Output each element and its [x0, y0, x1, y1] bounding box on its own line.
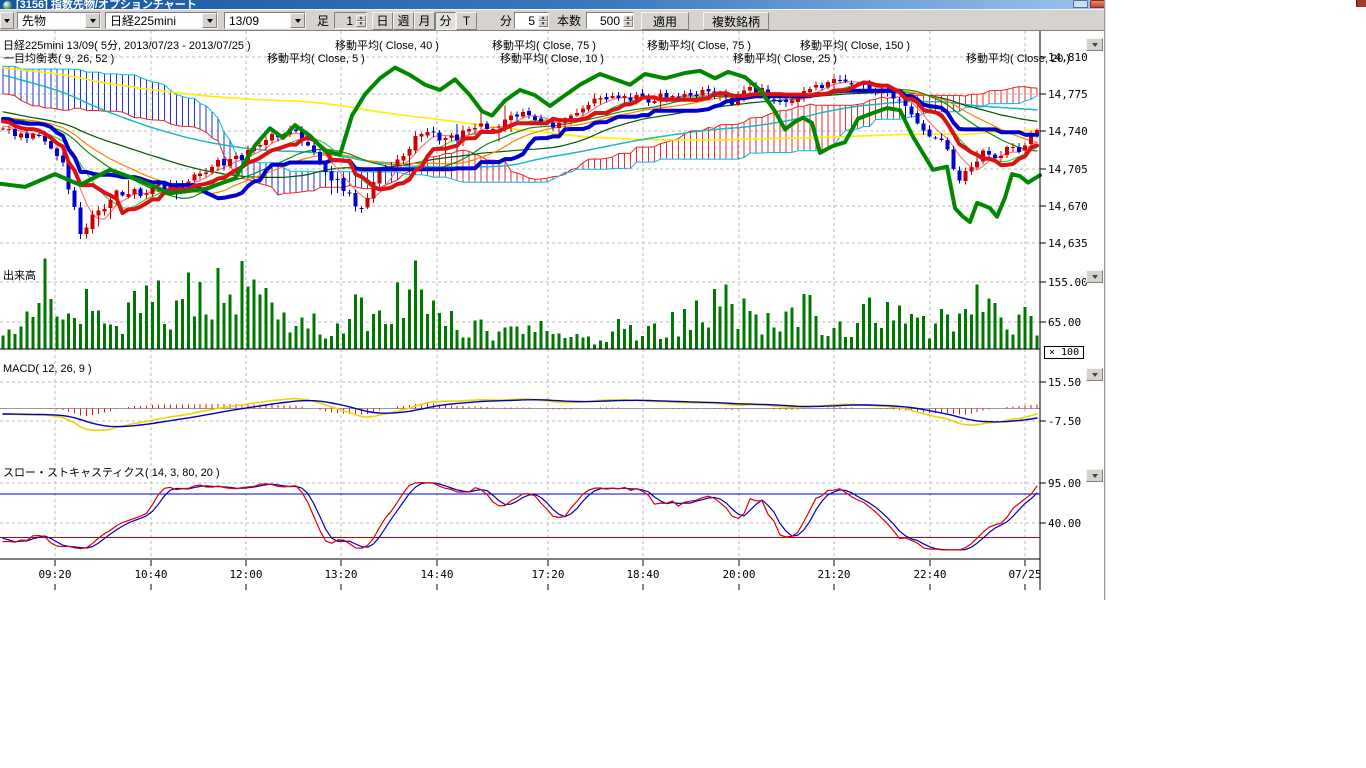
- axis-tick-label: 14,740: [1048, 125, 1104, 138]
- bar-type-label: 足: [317, 12, 329, 29]
- bar-count-label: 本数: [557, 12, 581, 29]
- spin-buttons[interactable]: ▲▼: [538, 15, 548, 27]
- macd-line: [3, 399, 1037, 431]
- macd-panel-dropdown-button[interactable]: [1086, 368, 1103, 381]
- period-button-月[interactable]: 月: [414, 12, 435, 30]
- period-button-T[interactable]: T: [456, 12, 477, 30]
- bar-interval-value: 1: [335, 14, 356, 28]
- axis-tick-label: 14,670: [1048, 200, 1104, 213]
- legend-item: 移動平均( Close, 5 ): [267, 50, 365, 66]
- axis-tick-label: -7.50: [1048, 415, 1104, 428]
- volume-multiplier-badge: × 100: [1044, 346, 1084, 359]
- period-button-週[interactable]: 週: [393, 12, 414, 30]
- axis-tick-label: 14,705: [1048, 163, 1104, 176]
- time-tick-label: 09:20: [31, 568, 79, 581]
- time-tick-label: 10:40: [127, 568, 175, 581]
- bar-count-spinner[interactable]: 500 ▲▼: [586, 12, 634, 29]
- symbol-combobox[interactable]: 日経225mini: [105, 12, 218, 29]
- macd-panel-label: MACD( 12, 26, 9 ): [3, 363, 92, 375]
- minutes-label: 分: [500, 12, 512, 29]
- axis-tick-label: 14,635: [1048, 237, 1104, 250]
- legend-row-2: 一目均衡表( 9, 26, 52 )移動平均( Close, 5 )移動平均( …: [0, 50, 1040, 62]
- volume-panel-label: 出来高: [3, 267, 36, 283]
- price-panel-dropdown-button[interactable]: [1086, 38, 1103, 51]
- period-button-日[interactable]: 日: [372, 12, 393, 30]
- chevron-down-icon: [4, 19, 10, 23]
- macd-signal-line: [3, 400, 1037, 427]
- time-tick-label: 07/25: [1001, 568, 1049, 581]
- axis-tick-label: 14,810: [1048, 51, 1104, 64]
- close-button[interactable]: [1090, 0, 1105, 8]
- time-tick-label: 20:00: [715, 568, 763, 581]
- spin-buttons[interactable]: ▲▼: [356, 15, 366, 27]
- legend-row-1: 日経225mini 13/09( 5分, 2013/07/23 - 2013/0…: [0, 37, 1040, 49]
- time-tick-label: 12:00: [222, 568, 270, 581]
- period-button-group: 日週月分T: [372, 12, 477, 29]
- axis-tick-label: 14,775: [1048, 88, 1104, 101]
- contract-month-value: 13/09: [225, 13, 290, 28]
- chart-canvas[interactable]: [0, 31, 1105, 590]
- time-tick-label: 18:40: [619, 568, 667, 581]
- window-titlebar[interactable]: [3156] 指数先物/オプションチャート: [0, 0, 1105, 9]
- clipped-combobox[interactable]: [0, 12, 14, 29]
- contract-month-combobox[interactable]: 13/09: [224, 12, 306, 29]
- time-tick-label: 22:40: [906, 568, 954, 581]
- axis-tick-label: 40.00: [1048, 517, 1104, 530]
- time-tick-label: 17:20: [524, 568, 572, 581]
- period-button-分[interactable]: 分: [435, 12, 456, 30]
- restore-button[interactable]: [1073, 0, 1088, 8]
- stoch-k-line: [3, 483, 1037, 550]
- legend-item: 移動平均( Close, 10 ): [500, 50, 604, 66]
- symbol-value: 日経225mini: [106, 13, 202, 28]
- window-border: [1104, 0, 1106, 600]
- stoch-d-line: [3, 483, 1037, 550]
- toolbar: 先物 日経225mini 13/09 足 1 ▲▼ 日週月分T 分 5 ▲▼ 本…: [0, 9, 1105, 31]
- spin-buttons[interactable]: ▲▼: [623, 15, 633, 27]
- symbol-type-value: 先物: [18, 13, 85, 28]
- symbol-type-combobox[interactable]: 先物: [17, 12, 101, 29]
- chart-area: 日経225mini 13/09( 5分, 2013/07/23 - 2013/0…: [0, 31, 1105, 600]
- axis-tick-label: 65.00: [1048, 316, 1104, 329]
- legend-item: 移動平均( Close, 25 ): [733, 50, 837, 66]
- apply-button[interactable]: 適用: [641, 12, 689, 30]
- main-window-close-sliver[interactable]: [1356, 0, 1366, 7]
- time-tick-label: 13:20: [317, 568, 365, 581]
- chevron-down-icon[interactable]: [85, 13, 100, 28]
- bar-interval-spinner[interactable]: 1 ▲▼: [334, 12, 367, 29]
- time-tick-label: 14:40: [413, 568, 461, 581]
- chevron-down-icon[interactable]: [290, 13, 305, 28]
- volume-panel-dropdown-button[interactable]: [1086, 270, 1103, 283]
- desktop: [3156] 指数先物/オプションチャート 先物 日経225mini 13/09…: [0, 0, 1366, 768]
- legend-item: 一目均衡表( 9, 26, 52 ): [3, 50, 114, 66]
- time-tick-label: 21:20: [810, 568, 858, 581]
- window-title: [3156] 指数先物/オプションチャート: [16, 0, 197, 9]
- multi-symbol-button[interactable]: 複数銘柄: [703, 12, 769, 30]
- app-icon: [3, 1, 12, 9]
- chevron-down-icon[interactable]: [202, 13, 217, 28]
- stoch-panel-label: スロー・ストキャスティクス( 14, 3, 80, 20 ): [3, 464, 220, 480]
- minutes-spinner[interactable]: 5 ▲▼: [514, 12, 549, 29]
- stoch-panel-dropdown-button[interactable]: [1086, 469, 1103, 482]
- bar-count-value: 500: [587, 14, 623, 28]
- minutes-value: 5: [515, 14, 538, 28]
